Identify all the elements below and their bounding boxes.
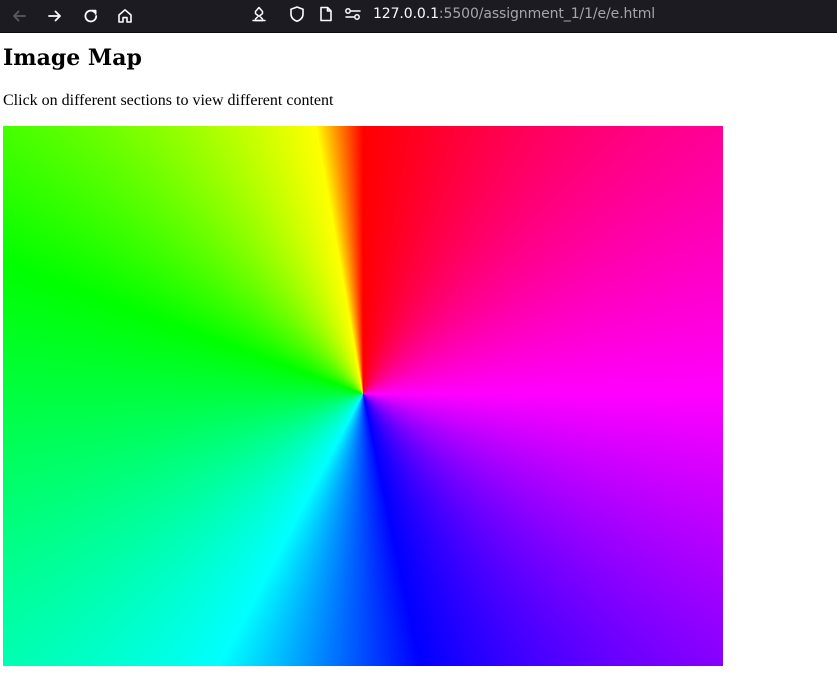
browser-toolbar: 127.0.0.1:5500/assignment_1/1/e/e.html bbox=[0, 0, 837, 33]
map-area-top-left[interactable] bbox=[3, 126, 363, 394]
home-button[interactable] bbox=[112, 3, 138, 29]
forward-button[interactable] bbox=[42, 3, 68, 29]
arrow-left-icon bbox=[13, 10, 26, 22]
reload-button[interactable] bbox=[78, 3, 104, 29]
extension-star-icon bbox=[252, 6, 266, 22]
shield-icon bbox=[290, 6, 304, 22]
permissions-button[interactable] bbox=[343, 4, 363, 24]
map-area-top-right[interactable] bbox=[363, 126, 723, 394]
home-icon bbox=[118, 9, 132, 23]
page-description: Click on different sections to view diff… bbox=[3, 92, 334, 109]
page-icon bbox=[320, 6, 332, 22]
permissions-icon bbox=[345, 8, 361, 20]
page-info-button[interactable] bbox=[316, 4, 336, 24]
url-host: 127.0.0.1 bbox=[373, 6, 439, 22]
map-area-bottom-left[interactable] bbox=[3, 394, 363, 666]
back-button[interactable] bbox=[6, 3, 32, 29]
arrow-right-icon bbox=[48, 10, 61, 22]
address-bar[interactable]: 127.0.0.1:5500/assignment_1/1/e/e.html bbox=[243, 0, 837, 28]
page-title: Image Map bbox=[3, 45, 142, 71]
reload-icon bbox=[84, 9, 98, 23]
map-area-bottom-right[interactable] bbox=[363, 394, 723, 666]
page-content: Image Map Click on different sections to… bbox=[0, 34, 837, 674]
url-path: :5500/assignment_1/1/e/e.html bbox=[438, 6, 656, 22]
url-text[interactable]: 127.0.0.1:5500/assignment_1/1/e/e.html bbox=[373, 5, 655, 23]
extensions-button[interactable] bbox=[249, 4, 269, 24]
tracking-protection-button[interactable] bbox=[287, 4, 307, 24]
color-wheel-image-map[interactable] bbox=[3, 126, 723, 666]
